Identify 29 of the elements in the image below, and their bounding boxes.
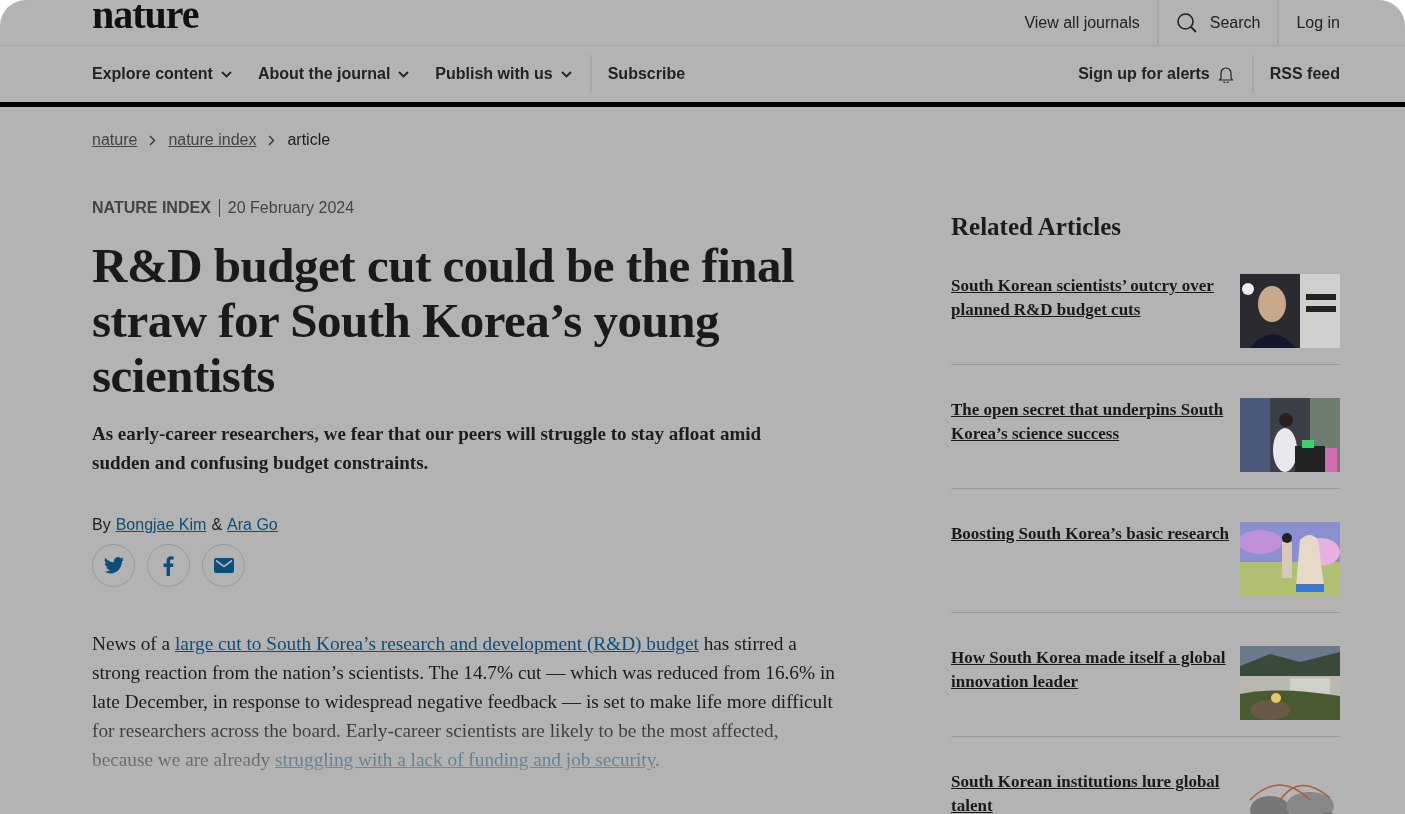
breadcrumb-current: article [287,131,331,149]
top-link[interactable]: Log in [1277,0,1340,45]
related-heading: Related Articles [951,213,1123,241]
author-separator: & [211,516,223,534]
nav-menu[interactable]: About the journal [244,55,423,93]
breadcrumb-link[interactable]: nature [92,131,138,149]
publish-date: 20 February 2024 [226,199,355,217]
nav-link[interactable]: RSS feed [1251,55,1340,93]
section-label: NATURE INDEX [92,199,220,217]
author-link[interactable]: Ara Go [227,516,278,534]
inline-link[interactable]: large cut to South Korea’s research and development (R&D) budget [175,633,699,654]
related-article-link[interactable]: South Korean institutions lure global talent [951,770,1230,814]
nature-logo[interactable]: nature [92,0,199,32]
nav-link[interactable]: Subscribe [589,55,699,93]
nav-menu[interactable]: Publish with us [422,55,585,93]
nav-link[interactable]: Sign up for alerts [1065,55,1247,93]
nav-menu[interactable]: Explore content [92,55,245,93]
article-title: R&D budget cut could be the final straw for South Korea’s young scientists [92,238,796,403]
related-article-link[interactable]: The open secret that underpins South Korea’s science success [951,398,1230,472]
related-article-link[interactable]: South Korean scientists’ outcry over planned R&D budget cuts [951,274,1230,348]
breadcrumb-link[interactable]: nature index [168,131,257,149]
related-article-link[interactable]: Boosting South Korea’s basic research [951,522,1230,596]
search-button[interactable]: Search [1156,0,1278,45]
article-paragraph: News of a large cut to South Korea’s research and development (R&D) budget has stirred a strong reaction from the nation’s scientists. The 14.7% cut — which was reduced from 16.6% in late December, in response to widespread negative feedback — is set to make life more difficult for researchers across the board. Early-career scientists are likely to be the most affected, because we are already struggling with a lack of funding and job security. [92,632,836,772]
byline-label: By [92,516,111,534]
article-standfirst: As early-career researchers, we fear that our peers will struggle to stay afloat amid sudden and confusing budget constraints. [92,422,763,475]
top-link[interactable]: View all journals [1007,0,1157,45]
author-link[interactable]: Bongjae Kim [115,516,207,534]
related-article-link[interactable]: How South Korea made itself a global innovation leader [951,646,1230,720]
